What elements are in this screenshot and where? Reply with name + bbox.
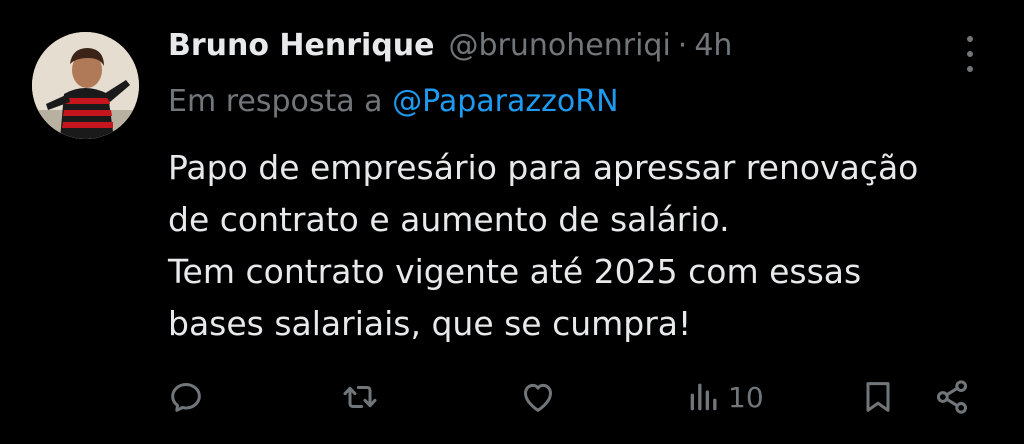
bookmark-icon	[866, 382, 890, 412]
author-handle[interactable]: @brunohenriqi	[449, 28, 671, 63]
timestamp[interactable]: 4h	[694, 28, 732, 63]
avatar[interactable]	[32, 32, 139, 139]
reply-prefix: Em resposta a	[168, 84, 383, 119]
tweet-text-line: Papo de empresário para apressar renovaç…	[168, 148, 919, 187]
reply-icon	[171, 383, 201, 412]
tweet-text-line: Tem contrato vigente até 2025 com essas	[168, 252, 862, 291]
tweet-text-line: de contrato e aumento de salário.	[168, 200, 730, 239]
like-button[interactable]	[518, 374, 558, 420]
author-name[interactable]: Bruno Henrique	[168, 28, 435, 63]
share-button[interactable]	[932, 374, 972, 420]
reply-context: Em resposta a @PaparazzoRN	[168, 84, 619, 119]
tweet-header: Bruno Henrique @brunohenriqi · 4h	[168, 28, 732, 76]
heart-icon	[524, 383, 552, 412]
views-button[interactable]: 10	[684, 374, 764, 420]
reply-mention-link[interactable]: @PaparazzoRN	[392, 84, 618, 119]
views-icon	[690, 383, 717, 411]
share-icon	[937, 380, 967, 414]
separator-dot: ·	[677, 28, 688, 63]
reply-button[interactable]	[166, 374, 206, 420]
tweet-text: Papo de empresário para apressar renovaç…	[168, 142, 1008, 350]
retweet-button[interactable]	[340, 374, 380, 420]
tweet-text-line: bases salariais, que se cumpra!	[168, 304, 692, 343]
avatar-image	[32, 32, 139, 139]
views-count: 10	[728, 380, 764, 414]
more-options-icon[interactable]	[958, 34, 982, 74]
action-bar: 10	[0, 374, 1024, 420]
bookmark-button[interactable]	[858, 374, 898, 420]
retweet-icon	[343, 386, 377, 408]
